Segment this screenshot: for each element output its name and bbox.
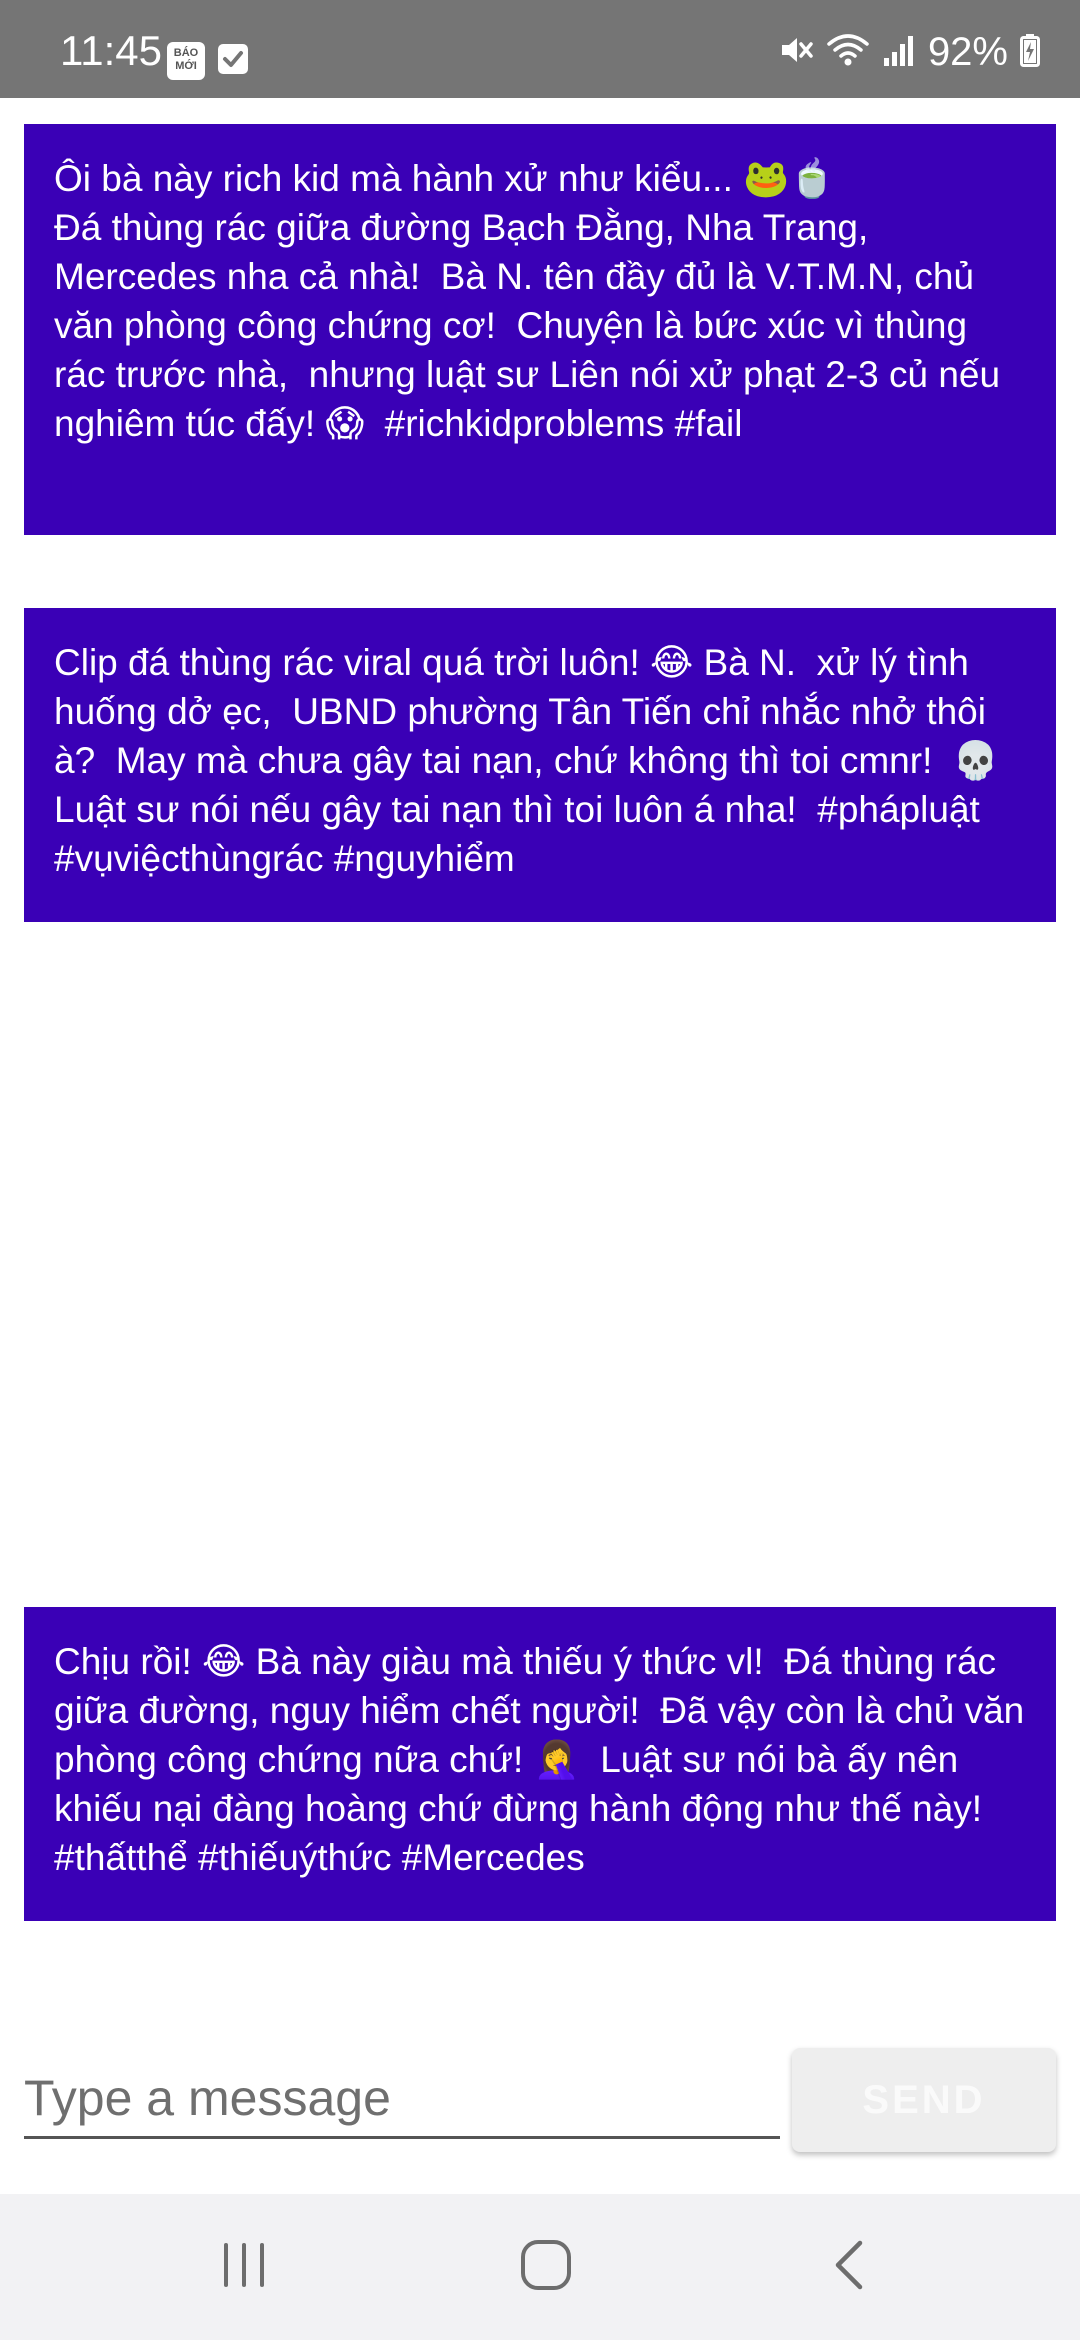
status-time: 11:45 <box>60 27 162 74</box>
message-text: Ôi bà này rich kid mà hành xử như kiểu..… <box>54 158 1001 444</box>
message-text: Clip đá thùng rác viral quá trời luôn! 😂… <box>54 642 1020 879</box>
home-icon <box>518 2237 574 2298</box>
screen: 11:45 BÁO MỚI 92% Ôi bà này rich kid mà … <box>0 0 1080 2340</box>
send-button[interactable]: SEND <box>792 2048 1056 2152</box>
wifi-icon <box>826 32 870 73</box>
status-icons: 92% <box>778 30 1040 74</box>
home-button[interactable] <box>486 2222 606 2312</box>
message-card: Clip đá thùng rác viral quá trời luôn! 😂… <box>24 608 1056 922</box>
battery-charging-icon <box>1020 33 1040 72</box>
mute-icon <box>778 32 814 73</box>
message-composer: SEND <box>24 2040 1056 2160</box>
back-button[interactable] <box>790 2222 910 2312</box>
back-icon <box>830 2237 870 2298</box>
battery-percentage: 92% <box>927 30 1008 74</box>
status-bar: 11:45 BÁO MỚI 92% <box>0 0 1080 98</box>
navigation-bar <box>0 2194 1080 2340</box>
signal-icon <box>882 32 916 73</box>
recents-button[interactable] <box>184 2222 304 2312</box>
message-input[interactable] <box>24 2060 780 2139</box>
baomoi-app-icon: BÁO MỚI <box>167 42 205 80</box>
message-card: Ôi bà này rich kid mà hành xử như kiểu..… <box>24 124 1056 535</box>
recents-icon <box>218 2239 270 2296</box>
checkbox-icon <box>218 44 248 74</box>
message-text: Chịu rồi! 😂 Bà này giàu mà thiếu ý thức … <box>54 1641 1035 1878</box>
message-card: Chịu rồi! 😂 Bà này giàu mà thiếu ý thức … <box>24 1607 1056 1921</box>
baomoi-app-icon-label: BÁO MỚI <box>173 47 199 72</box>
